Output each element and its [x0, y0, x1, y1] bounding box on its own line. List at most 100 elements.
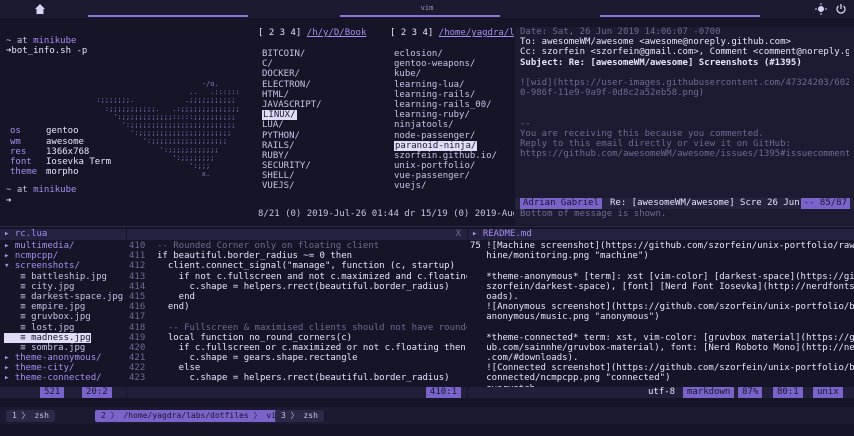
ranger-dir-item[interactable]: VUEJS/: [262, 181, 295, 191]
line-number: 423: [129, 373, 146, 384]
tree-item[interactable]: ▸ ncmpcpp/: [4, 251, 123, 261]
tree-item[interactable]: ≡ lost.jpg: [4, 323, 123, 333]
readme-editor[interactable]: ▸ README.md X 75 ![Machine screenshot](h…: [468, 229, 854, 399]
readme-line: hine/monitoring.png "machine"): [470, 251, 649, 262]
tree-item[interactable]: ≡ city.jpg: [4, 282, 123, 292]
code-text: if beautiful.border_radius ~= 0 then: [157, 251, 353, 262]
tree-item[interactable]: ▸ theme-connected/: [4, 373, 123, 383]
tab-readme[interactable]: ▸ README.md: [472, 229, 532, 240]
code-text: c.shape = helpers.rrect(beautiful.border…: [157, 373, 450, 384]
code-text: c.shape = helpers.rrect(beautiful.border…: [157, 281, 450, 292]
ranger-dir-item[interactable]: RUBY/: [262, 151, 289, 161]
tree-item[interactable]: ≡ darkest-space.jpg: [4, 292, 123, 302]
ranger-dir-item[interactable]: LINUX/: [262, 110, 297, 121]
readme-line: .com/#downloads).: [470, 353, 579, 364]
code-line: 416 end): [129, 302, 467, 312]
ranger-dir-item[interactable]: HTML/: [262, 90, 289, 100]
ranger-dir-item[interactable]: ninjatools/: [394, 120, 454, 130]
ranger-dir-item[interactable]: SECURITY/: [262, 161, 311, 171]
ranger-dir-item[interactable]: RAILS/: [262, 141, 295, 151]
mail-author: Adrian Gabriel: [520, 198, 602, 209]
tree-item[interactable]: ≡ gruvbox.jpg: [4, 312, 123, 322]
ranger-dir-item[interactable]: learning-lua/: [394, 80, 464, 90]
tree-item[interactable]: ▸ theme-city/: [4, 363, 123, 373]
ranger-dir-item[interactable]: BITCOIN/: [262, 49, 305, 59]
sysinfo-key: wm: [10, 136, 21, 147]
code-status-position: 410:1: [425, 387, 461, 398]
ranger-dir-item[interactable]: vuejs/: [394, 181, 427, 191]
ranger-dir-item[interactable]: gentoo-weapons/: [394, 59, 475, 69]
ranger-dir-item[interactable]: paranoid-ninja/: [394, 140, 478, 151]
ranger-dir-item[interactable]: DOCKER/: [262, 69, 300, 79]
ranger-dir-item[interactable]: unix-portfolio/: [394, 161, 475, 171]
sysinfo-key: os: [10, 126, 21, 137]
tmux-window-1-label: zsh: [34, 411, 49, 420]
tree-item[interactable]: ≡ empire.jpg: [4, 302, 123, 312]
code-editor[interactable]: X 410 -- Rounded Corner only on floating …: [127, 229, 467, 399]
readme-line: [470, 323, 854, 333]
nerdtree-panel[interactable]: ▸ rc.lua ▸ multimedia/▸ ncmpcpp/▾ screen…: [0, 229, 126, 399]
mail-subject: Subject: Re: [awesomeWM/awesome] Screens…: [520, 57, 802, 68]
tmux-window-2-label: /home/yagdra/labs/dotfiles 〉 vim: [123, 411, 281, 420]
tmux-window-2[interactable]: 2 〉 /home/yagdra/labs/dotfiles 〉 vim: [95, 410, 287, 422]
ranger-tabs-right[interactable]: [ 2 3 4]: [390, 28, 433, 38]
ranger-dir-item[interactable]: C/: [262, 59, 273, 69]
ranger-dir-item[interactable]: ELECTRON/: [262, 80, 311, 90]
tree-item[interactable]: ≡ battleship.jpg: [4, 272, 123, 282]
sysinfo-value: gentoo: [46, 126, 79, 137]
code-text: if c.fullscreen or c.maximized or not c.…: [157, 342, 466, 353]
prompt-prefix: ~ at: [6, 36, 34, 46]
tmux-window-3-label: zsh: [303, 411, 318, 420]
ranger-status: 8/21 (0) 2019-Jul-26 01:44 dr 15/19 (0) …: [258, 209, 514, 219]
command-line: ➜bot_info.sh -p: [6, 46, 88, 57]
ranger-dir-item[interactable]: kube/: [394, 69, 421, 79]
tmux-window-3[interactable]: 3 〉 zsh: [275, 410, 324, 422]
ranger-dir-item[interactable]: JAVASCRIPT/: [262, 100, 322, 110]
file-tree-list: ▸ multimedia/▸ ncmpcpp/▾ screenshots/ ≡ …: [4, 241, 123, 384]
mail-viewer[interactable]: Date: Sat, 26 Jun 2019 14:06:07 -0700 To…: [515, 27, 854, 225]
prompt-host: minikube: [33, 36, 77, 46]
sysinfo-value: awesome: [46, 136, 84, 147]
ranger-dir-item[interactable]: SHELL/: [262, 171, 295, 181]
readme-line: ub.com/sainnhe/gruvbox-material), font: …: [470, 342, 854, 353]
ranger-dir-item[interactable]: learning-rails/: [394, 90, 475, 100]
mail-status-position: -- 85/87: [800, 198, 850, 209]
tree-item[interactable]: ≡ sombra.jpg: [4, 343, 123, 353]
tree-item[interactable]: ▾ screenshots/: [4, 261, 123, 271]
ranger-file-manager[interactable]: [ 2 3 4] /h/y/D/Book [ 2 3 4] /home/yagd…: [256, 25, 514, 225]
code-line: 413 if not c.fullscreen and not c.maximi…: [129, 272, 467, 282]
ranger-tabs-left[interactable]: [ 2 3 4]: [258, 28, 301, 38]
ranger-dir-item[interactable]: eclosion/: [394, 49, 443, 59]
ranger-dir-item[interactable]: vue-passenger/: [394, 171, 470, 181]
code-lines: 410 -- Rounded Corner only on floating cl…: [129, 241, 467, 384]
ranger-dir-item[interactable]: szorfein.github.io/: [394, 151, 497, 161]
mail-body-line: [520, 109, 849, 119]
tree-item[interactable]: ▸ multimedia/: [4, 241, 123, 251]
ranger-dir-item[interactable]: PYTHON/: [262, 131, 300, 141]
ranger-dir-item[interactable]: learning-ruby/: [394, 110, 470, 120]
close-icon[interactable]: X: [456, 229, 461, 240]
tree-item[interactable]: ≡ madness.jpg: [4, 332, 91, 343]
power-icon[interactable]: [835, 3, 847, 15]
tmux-window-1[interactable]: 1 〉 zsh: [6, 410, 55, 422]
readme-line: 75 ![Machine screenshot](https://github.…: [470, 241, 854, 251]
status-filetype: markdown: [683, 387, 735, 398]
ranger-column-left: BITCOIN/C/DOCKER/ELECTRON/HTML/JAVASCRIP…: [262, 49, 322, 192]
ranger-dir-item[interactable]: learning-rails_00/: [394, 100, 492, 110]
code-text: -- Rounded Corner only on floating clien…: [157, 241, 380, 251]
tree-item[interactable]: ▸ theme-anonymous/: [4, 353, 123, 363]
ranger-dir-item[interactable]: node-passenger/: [394, 131, 475, 141]
prompt-prefix-2: ~ at: [6, 185, 34, 196]
line-number: 412: [129, 261, 146, 272]
brightness-icon[interactable]: [815, 3, 827, 15]
code-text: local function no_round_corners(c): [157, 332, 353, 343]
line-number: 416: [129, 302, 146, 313]
pane-divider: [0, 226, 854, 227]
line-number: 420: [129, 342, 146, 353]
code-line: 414 c.shape = helpers.rrect(beautiful.bo…: [129, 282, 467, 292]
ranger-dir-item[interactable]: LUA/: [262, 120, 284, 130]
tree-status-right: 20:2: [82, 387, 112, 398]
mail-body-line: ![wid](https://user-images.githubusercon…: [520, 77, 849, 88]
ranger-path-right: /home/yagdra/labs: [438, 28, 514, 38]
tab-rc-lua[interactable]: ▸ rc.lua: [4, 229, 47, 240]
